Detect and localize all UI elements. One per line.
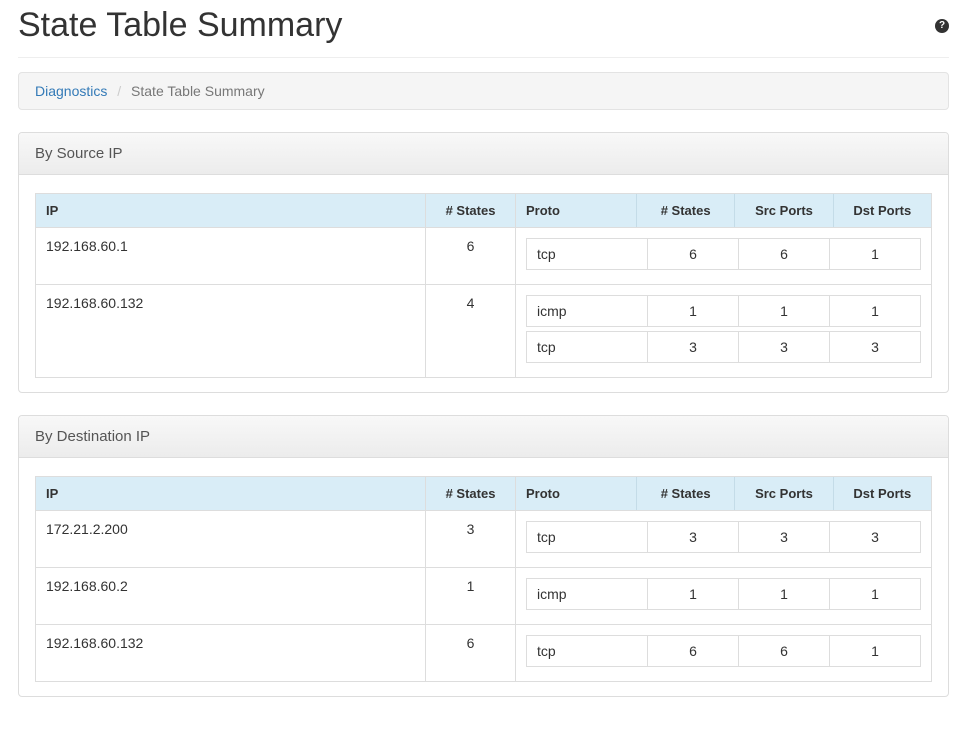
proto-name: icmp — [527, 579, 647, 609]
proto-row: tcp 6 6 1 — [526, 238, 921, 270]
col-dst-ports: Dst Ports — [833, 194, 931, 227]
cell-proto-group: tcp 6 6 1 — [516, 228, 932, 285]
destination-table: IP # States Proto # States Src Ports Dst… — [35, 476, 932, 682]
col-proto-states: # States — [636, 194, 734, 227]
proto-src-ports: 1 — [738, 579, 829, 609]
cell-proto-group: tcp 3 3 3 — [516, 511, 932, 568]
proto-row: icmp 1 1 1 — [526, 578, 921, 610]
proto-states: 3 — [647, 522, 738, 552]
table-header-row: IP # States Proto # States Src Ports Dst… — [36, 477, 932, 511]
proto-row: tcp 3 3 3 — [526, 331, 921, 363]
panel-by-source-ip: By Source IP IP # States Proto # States … — [18, 132, 949, 393]
panel-body: IP # States Proto # States Src Ports Dst… — [19, 458, 948, 696]
cell-ip: 192.168.60.132 — [36, 625, 426, 682]
proto-src-ports: 3 — [738, 522, 829, 552]
table-row: 192.168.60.132 6 tcp 6 6 1 — [36, 625, 932, 682]
proto-row: tcp 6 6 1 — [526, 635, 921, 667]
breadcrumb-root-link[interactable]: Diagnostics — [35, 83, 107, 99]
cell-ip: 172.21.2.200 — [36, 511, 426, 568]
proto-states: 3 — [647, 332, 738, 362]
col-proto-group: Proto # States Src Ports Dst Ports — [516, 477, 932, 511]
proto-name: tcp — [527, 522, 647, 552]
table-row: 172.21.2.200 3 tcp 3 3 3 — [36, 511, 932, 568]
proto-states: 1 — [647, 579, 738, 609]
cell-states: 6 — [426, 228, 516, 285]
cell-states: 1 — [426, 568, 516, 625]
proto-row: icmp 1 1 1 — [526, 295, 921, 327]
table-row: 192.168.60.132 4 icmp 1 1 1 tcp 3 3 — [36, 285, 932, 378]
proto-dst-ports: 1 — [829, 239, 920, 269]
help-icon[interactable]: ? — [935, 19, 949, 33]
proto-src-ports: 6 — [738, 636, 829, 666]
proto-dst-ports: 1 — [829, 296, 920, 326]
col-proto-states: # States — [636, 477, 734, 510]
proto-states: 6 — [647, 636, 738, 666]
proto-name: tcp — [527, 239, 647, 269]
page-title: State Table Summary — [18, 6, 342, 45]
proto-dst-ports: 3 — [829, 522, 920, 552]
panel-heading: By Source IP — [19, 133, 948, 175]
proto-name: tcp — [527, 636, 647, 666]
col-states: # States — [426, 194, 516, 228]
cell-ip: 192.168.60.1 — [36, 228, 426, 285]
col-proto-group: Proto # States Src Ports Dst Ports — [516, 194, 932, 228]
proto-src-ports: 1 — [738, 296, 829, 326]
panel-by-destination-ip: By Destination IP IP # States Proto # St… — [18, 415, 949, 697]
cell-states: 4 — [426, 285, 516, 378]
col-proto: Proto — [516, 194, 636, 227]
proto-states: 1 — [647, 296, 738, 326]
col-proto: Proto — [516, 477, 636, 510]
panel-heading: By Destination IP — [19, 416, 948, 458]
breadcrumb-current: State Table Summary — [131, 83, 265, 99]
breadcrumb-separator: / — [117, 83, 121, 99]
cell-ip: 192.168.60.2 — [36, 568, 426, 625]
cell-proto-group: icmp 1 1 1 tcp 3 3 3 — [516, 285, 932, 378]
col-dst-ports: Dst Ports — [833, 477, 931, 510]
panel-body: IP # States Proto # States Src Ports Dst… — [19, 175, 948, 392]
table-header-row: IP # States Proto # States Src Ports Dst… — [36, 194, 932, 228]
col-src-ports: Src Ports — [734, 194, 832, 227]
source-table: IP # States Proto # States Src Ports Dst… — [35, 193, 932, 378]
col-src-ports: Src Ports — [734, 477, 832, 510]
cell-proto-group: icmp 1 1 1 — [516, 568, 932, 625]
proto-name: tcp — [527, 332, 647, 362]
table-row: 192.168.60.2 1 icmp 1 1 1 — [36, 568, 932, 625]
proto-states: 6 — [647, 239, 738, 269]
breadcrumb: Diagnostics / State Table Summary — [18, 72, 949, 110]
col-ip: IP — [36, 477, 426, 511]
proto-dst-ports: 3 — [829, 332, 920, 362]
cell-proto-group: tcp 6 6 1 — [516, 625, 932, 682]
proto-src-ports: 6 — [738, 239, 829, 269]
col-ip: IP — [36, 194, 426, 228]
proto-dst-ports: 1 — [829, 579, 920, 609]
proto-dst-ports: 1 — [829, 636, 920, 666]
cell-ip: 192.168.60.132 — [36, 285, 426, 378]
cell-states: 3 — [426, 511, 516, 568]
proto-src-ports: 3 — [738, 332, 829, 362]
page-header: State Table Summary ? — [18, 0, 949, 58]
table-row: 192.168.60.1 6 tcp 6 6 1 — [36, 228, 932, 285]
cell-states: 6 — [426, 625, 516, 682]
proto-name: icmp — [527, 296, 647, 326]
proto-row: tcp 3 3 3 — [526, 521, 921, 553]
col-states: # States — [426, 477, 516, 511]
